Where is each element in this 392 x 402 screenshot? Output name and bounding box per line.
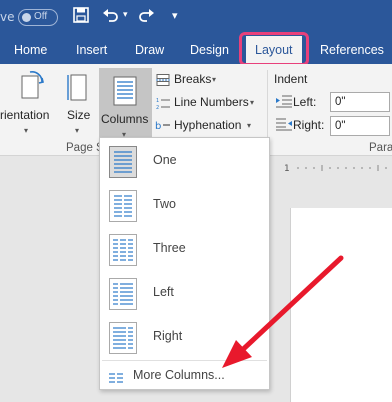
menu-divider	[102, 360, 267, 361]
size-label[interactable]: Size	[67, 108, 90, 122]
more-columns-label: More Columns...	[133, 368, 225, 382]
line-numbers-dropdown-icon: ▾	[250, 98, 255, 107]
ribbon-tabs: Home Insert Draw Design Layout Reference…	[0, 36, 392, 64]
breaks-icon	[156, 73, 170, 91]
indent-right-label: Right:	[293, 118, 325, 132]
svg-text:1: 1	[156, 98, 159, 104]
columns-option-label: Right	[153, 329, 183, 343]
columns-option-label: Two	[153, 197, 176, 211]
columns-option-left[interactable]: Left	[100, 272, 269, 316]
columns-icon	[113, 76, 137, 111]
columns-option-right[interactable]: Right	[100, 316, 269, 360]
orientation-label[interactable]: rientation	[0, 108, 49, 122]
orientation-icon[interactable]	[20, 70, 44, 107]
autosave-toggle-state: Off	[34, 11, 48, 22]
orientation-dropdown-icon: ▾	[24, 126, 29, 135]
paragraph-group-label: Para	[369, 142, 392, 154]
tab-design[interactable]: Design	[190, 36, 229, 64]
columns-option-label: One	[153, 153, 177, 167]
tab-home[interactable]: Home	[14, 36, 47, 64]
tab-insert[interactable]: Insert	[76, 36, 107, 64]
autosave-toggle[interactable]: Off	[18, 9, 58, 26]
svg-text:1: 1	[284, 164, 290, 174]
size-dropdown-icon: ▾	[75, 126, 80, 135]
hyphenation-icon: b	[155, 118, 171, 137]
line-numbers-icon: 12	[156, 96, 170, 115]
columns-option-label: Three	[153, 241, 186, 255]
line-numbers-button[interactable]: Line Numbers	[174, 95, 249, 109]
more-columns-icon	[109, 370, 123, 388]
indent-left-label: Left:	[293, 95, 317, 109]
left-column-icon	[109, 278, 137, 310]
columns-label: Columns	[101, 112, 149, 126]
indent-right-icon	[276, 118, 292, 136]
hyphenation-button[interactable]: Hyphenation	[174, 118, 241, 132]
tab-draw[interactable]: Draw	[135, 36, 164, 64]
columns-menu: One Two Three Left Right More Columns...	[99, 137, 270, 390]
toggle-knob	[22, 13, 31, 22]
hyphenation-dropdown-icon: ▾	[247, 121, 252, 130]
svg-text:b: b	[155, 121, 161, 132]
tab-references[interactable]: References	[320, 36, 384, 64]
columns-option-label: Left	[153, 285, 174, 299]
indent-right-field[interactable]: 0"	[330, 116, 390, 136]
columns-button[interactable]: Columns ▾	[99, 68, 152, 148]
autosave-label: ve	[0, 10, 15, 24]
more-columns-option[interactable]: More Columns...	[100, 362, 269, 388]
breaks-button[interactable]: Breaks	[174, 72, 211, 86]
breaks-dropdown-icon: ▾	[212, 75, 217, 84]
svg-text:2: 2	[156, 105, 159, 110]
three-columns-icon	[109, 234, 137, 266]
indent-heading: Indent	[274, 72, 308, 86]
customize-toolbar-icon[interactable]: ▾	[172, 9, 178, 29]
indent-left-icon	[276, 95, 292, 113]
save-icon[interactable]	[73, 7, 89, 27]
title-bar: ve Off ▾ ▾	[0, 0, 392, 36]
undo-dropdown-icon[interactable]: ▾	[123, 9, 128, 29]
size-icon[interactable]	[66, 72, 88, 107]
indent-left-field[interactable]: 0"	[330, 92, 390, 112]
layout-tab-highlight	[239, 32, 309, 66]
horizontal-ruler: 1	[270, 158, 392, 178]
columns-option-three[interactable]: Three	[100, 228, 269, 272]
undo-icon[interactable]	[102, 7, 120, 27]
document-page[interactable]	[290, 208, 392, 402]
right-column-icon	[109, 322, 137, 354]
redo-icon[interactable]	[138, 7, 154, 27]
one-column-icon	[109, 146, 137, 178]
columns-option-two[interactable]: Two	[100, 184, 269, 228]
columns-option-one[interactable]: One	[100, 140, 269, 184]
two-columns-icon	[109, 190, 137, 222]
